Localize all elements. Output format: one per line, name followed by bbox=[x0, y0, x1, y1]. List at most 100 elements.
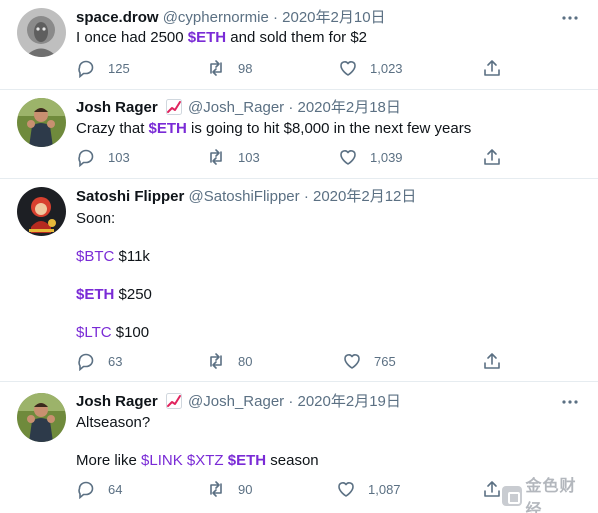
avatar-image bbox=[17, 393, 66, 442]
cashtag-link[interactable]: $BTC bbox=[76, 248, 114, 265]
reply-count: 125 bbox=[108, 60, 130, 76]
cashtag-link[interactable]: $ETH bbox=[149, 120, 187, 137]
display-name[interactable]: space.drow bbox=[76, 9, 159, 26]
text-segment: More like bbox=[76, 452, 142, 469]
chart-increasing-icon bbox=[165, 99, 182, 115]
share-button[interactable] bbox=[482, 146, 502, 168]
like-count: 765 bbox=[374, 353, 396, 369]
tweet-card[interactable]: Josh Rager @Josh_Rager · 2020年2月18日 Craz… bbox=[0, 90, 598, 179]
heart-icon bbox=[344, 354, 360, 369]
user-handle[interactable]: @SatoshiFlipper bbox=[189, 188, 300, 205]
avatar[interactable] bbox=[17, 393, 66, 442]
share-button[interactable] bbox=[482, 57, 502, 79]
separator-dot: · bbox=[303, 188, 309, 205]
text-segment: season bbox=[266, 452, 319, 469]
cashtag-link[interactable]: $ETH bbox=[228, 452, 266, 469]
separator-dot: · bbox=[288, 99, 294, 116]
tweet-date[interactable]: 2020年2月12日 bbox=[313, 188, 416, 205]
text-segment: and sold them for $2 bbox=[226, 29, 368, 46]
text-segment: I once had 2500 bbox=[76, 29, 188, 46]
tweet-text-line: $LTC $100 bbox=[76, 323, 149, 343]
heart-icon bbox=[340, 61, 356, 76]
tweet-date[interactable]: 2020年2月19日 bbox=[298, 393, 401, 410]
text-segment: Crazy that bbox=[76, 120, 149, 137]
like-count: 1,039 bbox=[370, 149, 403, 165]
tweet-header: space.drow @cyphernormie · 2020年2月10日 bbox=[76, 8, 386, 28]
text-segment: Altseason? bbox=[76, 414, 151, 431]
share-icon bbox=[484, 60, 500, 76]
retweet-count: 98 bbox=[238, 60, 253, 76]
retweet-icon bbox=[210, 60, 222, 76]
user-handle[interactable]: @cyphernormie bbox=[163, 9, 269, 26]
retweet-icon bbox=[210, 481, 222, 497]
reply-icon bbox=[78, 353, 94, 371]
separator-dot: · bbox=[272, 9, 278, 26]
avatar[interactable] bbox=[17, 98, 66, 147]
retweet-count: 90 bbox=[238, 481, 253, 497]
reply-count: 103 bbox=[108, 149, 130, 165]
tweet-text: I once had 2500 $ETH and sold them for $… bbox=[76, 28, 367, 48]
more-options-icon[interactable] bbox=[560, 8, 580, 28]
tweet-actions: 63 80 765 bbox=[76, 350, 500, 372]
like-button[interactable]: 1,039 bbox=[338, 146, 403, 168]
retweet-count: 103 bbox=[238, 149, 260, 165]
heart-icon bbox=[340, 150, 356, 165]
retweet-count: 80 bbox=[238, 353, 253, 369]
reply-icon bbox=[78, 481, 94, 499]
retweet-icon bbox=[210, 353, 222, 369]
text-segment: is going to hit $8,000 in the next few y… bbox=[186, 120, 472, 137]
reply-icon bbox=[78, 60, 94, 78]
tweet-header: Satoshi Flipper @SatoshiFlipper · 2020年2… bbox=[76, 187, 416, 207]
retweet-button[interactable]: 103 bbox=[206, 146, 260, 168]
like-count: 1,023 bbox=[370, 60, 403, 76]
cashtag-link[interactable]: $LINK bbox=[141, 452, 183, 469]
tweet-text-line: Soon: bbox=[76, 209, 115, 229]
more-options-icon[interactable] bbox=[560, 392, 580, 412]
retweet-button[interactable]: 80 bbox=[206, 350, 252, 372]
heart-icon bbox=[338, 482, 354, 497]
tweet-date[interactable]: 2020年2月18日 bbox=[298, 99, 401, 116]
share-icon bbox=[484, 149, 500, 165]
reply-button[interactable]: 103 bbox=[76, 146, 130, 168]
avatar[interactable] bbox=[17, 187, 66, 236]
jinse-logo-icon bbox=[502, 486, 522, 506]
reply-count: 63 bbox=[108, 353, 123, 369]
reply-button[interactable]: 63 bbox=[76, 350, 122, 372]
avatar-image bbox=[17, 187, 66, 236]
cashtag-link[interactable]: $ETH bbox=[188, 29, 226, 46]
reply-count: 64 bbox=[108, 481, 123, 497]
watermark-text: 金色财经 bbox=[525, 476, 577, 513]
tweet-card[interactable]: space.drow @cyphernormie · 2020年2月10日 I … bbox=[0, 0, 598, 90]
reply-button[interactable]: 64 bbox=[76, 478, 122, 500]
avatar[interactable] bbox=[17, 8, 66, 57]
text-segment: $100 bbox=[111, 324, 150, 341]
like-button[interactable]: 1,023 bbox=[338, 57, 403, 79]
avatar-image bbox=[17, 98, 66, 147]
reply-button[interactable]: 125 bbox=[76, 57, 130, 79]
tweet-date[interactable]: 2020年2月10日 bbox=[282, 9, 385, 26]
retweet-icon bbox=[210, 149, 222, 165]
share-icon bbox=[484, 481, 500, 497]
retweet-button[interactable]: 90 bbox=[206, 478, 252, 500]
cashtag-link[interactable]: $XTZ bbox=[187, 452, 224, 469]
user-handle[interactable]: @Josh_Rager bbox=[188, 99, 284, 116]
tweet-text: Crazy that $ETH is going to hit $8,000 i… bbox=[76, 119, 471, 139]
display-name[interactable]: Josh Rager bbox=[76, 99, 158, 116]
reply-icon bbox=[78, 149, 94, 167]
tweet-card[interactable]: Satoshi Flipper @SatoshiFlipper · 2020年2… bbox=[0, 179, 598, 382]
cashtag-link[interactable]: $LTC bbox=[76, 324, 112, 341]
share-button[interactable] bbox=[482, 350, 502, 372]
avatar-image bbox=[17, 8, 66, 57]
display-name[interactable]: Josh Rager bbox=[76, 393, 158, 410]
tweet-text-line: More like $LINK $XTZ $ETH season bbox=[76, 451, 319, 471]
retweet-button[interactable]: 98 bbox=[206, 57, 252, 79]
cashtag-link[interactable]: $ETH bbox=[76, 286, 114, 303]
user-handle[interactable]: @Josh_Rager bbox=[188, 393, 284, 410]
share-icon bbox=[484, 353, 500, 369]
text-segment: $250 bbox=[114, 286, 152, 303]
like-button[interactable]: 765 bbox=[342, 350, 396, 372]
display-name[interactable]: Satoshi Flipper bbox=[76, 188, 184, 205]
tweet-actions: 64 90 1,087 bbox=[76, 478, 500, 500]
share-button[interactable] bbox=[482, 478, 502, 500]
like-button[interactable]: 1,087 bbox=[336, 478, 401, 500]
